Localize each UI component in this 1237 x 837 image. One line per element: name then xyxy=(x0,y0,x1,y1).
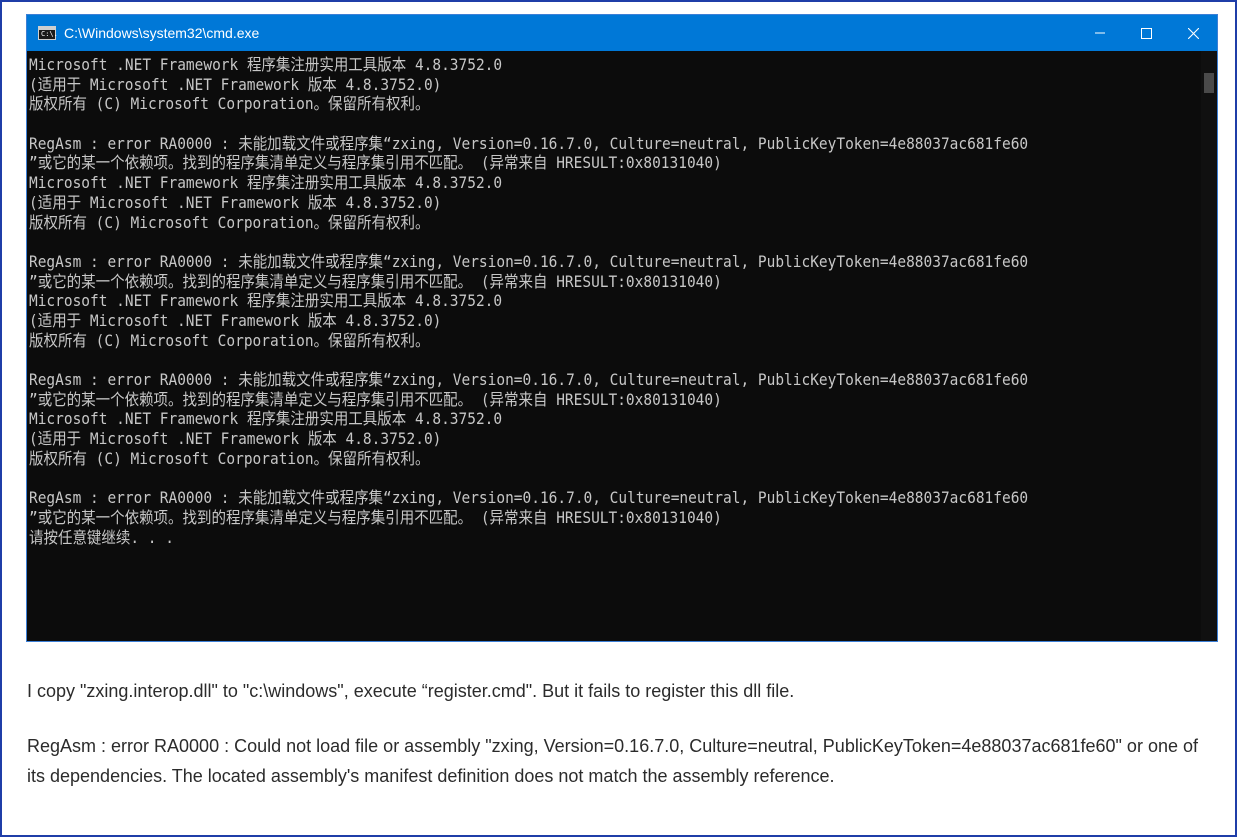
console-line: 版权所有 (C) Microsoft Corporation。保留所有权利。 xyxy=(29,330,430,350)
window-controls xyxy=(1077,15,1217,51)
console-line: RegAsm : error RA0000 : 未能加载文件或程序集“zxing… xyxy=(29,251,1029,271)
console-line: 版权所有 (C) Microsoft Corporation。保留所有权利。 xyxy=(29,212,430,232)
post-paragraph-1: I copy "zxing.interop.dll" to "c:\window… xyxy=(27,681,795,701)
console-line: (适用于 Microsoft .NET Framework 版本 4.8.375… xyxy=(29,310,442,330)
close-button[interactable] xyxy=(1169,15,1217,51)
console-line: RegAsm : error RA0000 : 未能加载文件或程序集“zxing… xyxy=(29,133,1029,153)
console-line: RegAsm : error RA0000 : 未能加载文件或程序集“zxing… xyxy=(29,370,1029,389)
console-line: 版权所有 (C) Microsoft Corporation。保留所有权利。 xyxy=(29,448,430,468)
console-line: ”或它的某一个依赖项。找到的程序集清单定义与程序集引用不匹配。 (异常来自 HR… xyxy=(29,507,722,527)
cmd-window: C:\. C:\Windows\system32\cmd.exe Microso… xyxy=(26,14,1218,642)
console-line: 请按任意键继续. . . xyxy=(29,527,174,547)
console-line: (适用于 Microsoft .NET Framework 版本 4.8.375… xyxy=(29,192,442,212)
window-title: C:\Windows\system32\cmd.exe xyxy=(64,25,260,41)
maximize-icon xyxy=(1140,27,1152,39)
post-paragraph-2: RegAsm : error RA0000 : Could not load f… xyxy=(27,736,1198,786)
minimize-button[interactable] xyxy=(1077,15,1123,51)
minimize-icon xyxy=(1095,32,1105,34)
console-line: ”或它的某一个依赖项。找到的程序集清单定义与程序集引用不匹配。 (异常来自 HR… xyxy=(29,271,722,291)
close-icon xyxy=(1187,27,1199,39)
scrollbar-thumb[interactable] xyxy=(1204,73,1214,93)
console-line: Microsoft .NET Framework 程序集注册实用工具版本 4.8… xyxy=(29,409,503,429)
console-scrollbar[interactable] xyxy=(1201,51,1217,641)
page-frame: C:\. C:\Windows\system32\cmd.exe Microso… xyxy=(0,0,1237,837)
console-line: Microsoft .NET Framework 程序集注册实用工具版本 4.8… xyxy=(29,291,503,311)
console-line: (适用于 Microsoft .NET Framework 版本 4.8.375… xyxy=(29,429,442,449)
console-output[interactable]: Microsoft .NET Framework 程序集注册实用工具版本 4.8… xyxy=(27,51,1203,641)
console-line: (适用于 Microsoft .NET Framework 版本 4.8.375… xyxy=(29,74,442,94)
console-line: RegAsm : error RA0000 : 未能加载文件或程序集“zxing… xyxy=(29,488,1029,508)
console-line: Microsoft .NET Framework 程序集注册实用工具版本 4.8… xyxy=(29,173,503,193)
console-line: 版权所有 (C) Microsoft Corporation。保留所有权利。 xyxy=(29,94,430,114)
cmd-app-icon: C:\. xyxy=(38,26,58,40)
title-bar[interactable]: C:\. C:\Windows\system32\cmd.exe xyxy=(27,15,1217,51)
console-line: ”或它的某一个依赖项。找到的程序集清单定义与程序集引用不匹配。 (异常来自 HR… xyxy=(29,389,722,409)
cmd-app-icon-label: C:\. xyxy=(41,30,58,38)
console-line: ”或它的某一个依赖项。找到的程序集清单定义与程序集引用不匹配。 (异常来自 HR… xyxy=(29,153,722,173)
maximize-button[interactable] xyxy=(1123,15,1169,51)
console-line: Microsoft .NET Framework 程序集注册实用工具版本 4.8… xyxy=(29,55,503,74)
